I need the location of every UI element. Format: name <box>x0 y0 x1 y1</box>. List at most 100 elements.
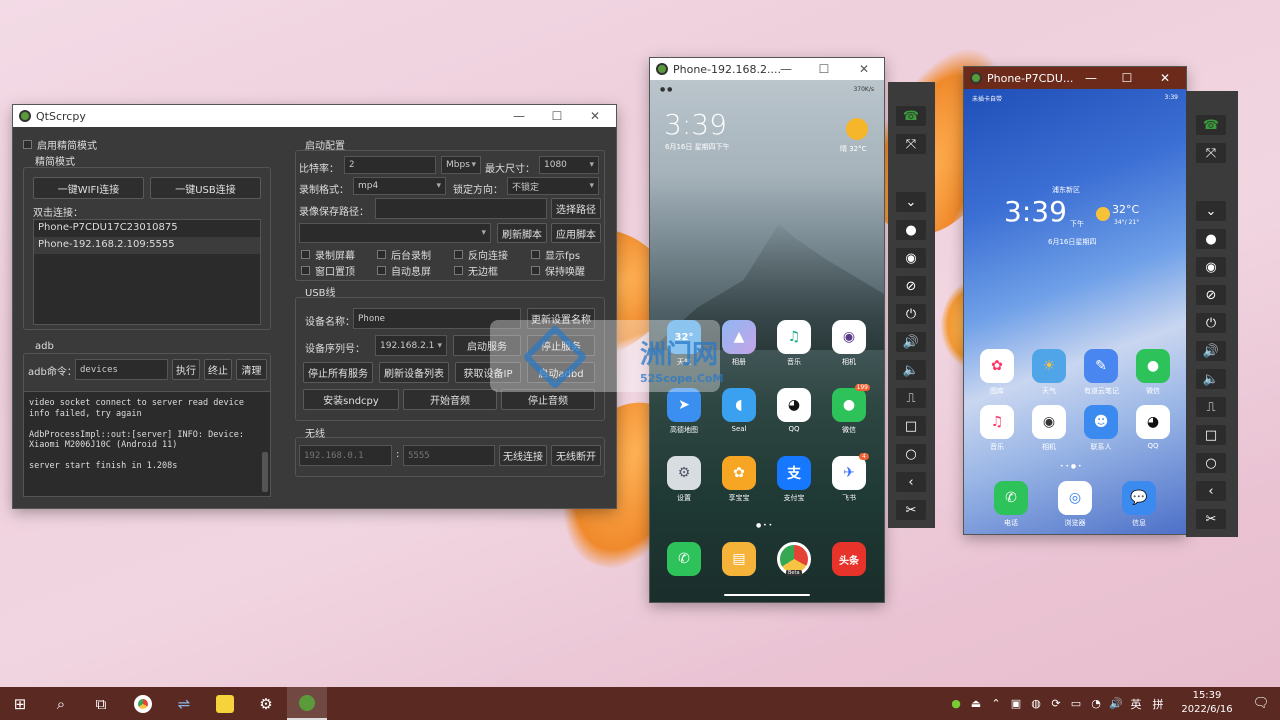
dock-notes[interactable]: ▤ <box>722 542 756 576</box>
app-switch-button[interactable]: ⎍ <box>896 388 926 408</box>
select-path-button[interactable]: 选择路径 <box>551 198 601 219</box>
app-qq[interactable]: ◕ QQ <box>777 388 811 433</box>
wifi-connect-button[interactable]: 一键WIFI连接 <box>33 177 144 199</box>
app-settings[interactable]: ⚙ 设置 <box>667 456 701 503</box>
reverse-connect-checkbox[interactable]: 反向连接 <box>454 247 508 262</box>
refresh-devices-button[interactable]: 刷新设备列表 <box>379 362 449 383</box>
app-contacts[interactable]: ☻ 联系人 <box>1084 405 1118 452</box>
qtscrcpy-taskbar-icon[interactable] <box>287 687 327 720</box>
adb-cmd-input[interactable]: devices <box>75 359 168 380</box>
back-button[interactable]: ‹ <box>896 472 926 492</box>
tray-volume-icon[interactable]: 🔊 <box>1106 687 1126 720</box>
touch-indicator-button[interactable]: ● <box>896 220 926 240</box>
app-wechat[interactable]: ● 199 微信 <box>832 384 870 435</box>
app-switch-button[interactable]: ⎍ <box>1196 397 1226 417</box>
close-button[interactable]: ✕ <box>577 105 613 127</box>
frameless-checkbox[interactable]: 无边框 <box>454 263 498 278</box>
home-button[interactable]: ○ <box>1196 453 1226 473</box>
app-xiangbaobao[interactable]: ✿ 享宝宝 <box>722 456 756 503</box>
phone2-minimize-button[interactable]: — <box>1074 67 1108 89</box>
phone1-maximize-button[interactable]: ☐ <box>806 58 842 80</box>
show-touches-button[interactable]: ◉ <box>1196 257 1226 277</box>
wireless-disconnect-button[interactable]: 无线断开 <box>551 445 601 466</box>
script-select[interactable] <box>299 223 491 243</box>
stay-awake-checkbox[interactable]: 保持唤醒 <box>531 263 585 278</box>
lock-orientation-select[interactable]: 不锁定 <box>507 177 599 195</box>
dock-phone[interactable]: ✆ <box>667 542 701 576</box>
app-huawei-camera[interactable]: ◉ 相机 <box>1032 405 1066 452</box>
app-huawei-qq[interactable]: ◕ QQ <box>1136 405 1170 450</box>
chrome-taskbar-icon[interactable] <box>123 687 163 720</box>
apply-script-button[interactable]: 应用脚本 <box>551 223 601 243</box>
fullscreen-button[interactable]: ⤧ <box>896 134 926 154</box>
phone2-maximize-button[interactable]: ☐ <box>1110 67 1144 89</box>
auto-screen-off-checkbox[interactable]: 自动息屏 <box>377 263 431 278</box>
app-youdao-note[interactable]: ✎ 有道云笔记 <box>1084 349 1119 396</box>
home-button[interactable]: ○ <box>896 444 926 464</box>
tray-qtscrcpy-icon[interactable]: ● <box>946 687 966 720</box>
minimize-button[interactable]: — <box>501 105 537 127</box>
dock-browser[interactable]: ◎ 浏览器 <box>1058 481 1092 528</box>
dock-chrome-beta[interactable]: Beta <box>777 542 811 576</box>
dock-messages[interactable]: 💬 信息 <box>1122 481 1156 528</box>
terminate-button[interactable]: 终止 <box>204 359 232 380</box>
show-fps-checkbox[interactable]: 显示fps <box>531 247 580 262</box>
background-record-checkbox[interactable]: 后台录制 <box>377 247 431 262</box>
record-path-input[interactable] <box>375 198 547 219</box>
touch-indicator-button[interactable]: ● <box>1196 229 1226 249</box>
simple-mode-checkbox[interactable]: 启用精简模式 <box>23 137 97 152</box>
screenshot-button[interactable]: ✂ <box>1196 509 1226 529</box>
screenshot-button[interactable]: ✂ <box>896 500 926 520</box>
stop-all-services-button[interactable]: 停止所有服务 <box>303 362 373 383</box>
device-serial-select[interactable]: 192.168.2.1 <box>375 335 447 356</box>
notes-taskbar-icon[interactable] <box>205 687 245 720</box>
phone1-close-button[interactable]: ✕ <box>846 58 882 80</box>
phone1-minimize-button[interactable]: — <box>768 58 804 80</box>
execute-button[interactable]: 执行 <box>172 359 200 380</box>
app-seal[interactable]: ◖ Seal <box>722 388 756 433</box>
ime-pinyin[interactable]: 拼 <box>1148 687 1168 720</box>
volume-down-button[interactable]: 🔈 <box>1196 369 1226 389</box>
ip-input[interactable]: 192.168.0.1 <box>299 445 392 466</box>
bitrate-input[interactable]: 2 <box>344 156 436 174</box>
hide-touches-button[interactable]: ⊘ <box>896 276 926 296</box>
start-button[interactable]: ⊞ <box>0 687 40 720</box>
search-icon[interactable]: ⌕ <box>41 687 81 720</box>
tray-network-icon[interactable]: ◔ <box>1086 687 1106 720</box>
power-button[interactable]: ⏻ <box>896 304 926 324</box>
menu-button[interactable]: □ <box>1196 425 1226 445</box>
volume-up-button[interactable]: 🔊 <box>896 332 926 352</box>
app-camera[interactable]: ◉ 相机 <box>832 320 866 367</box>
ime-mode[interactable]: 英 <box>1126 687 1146 720</box>
tray-wechat-icon[interactable]: ◍ <box>1026 687 1046 720</box>
phone2-close-button[interactable]: ✕ <box>1148 67 1182 89</box>
dock-huawei-phone[interactable]: ✆ 电话 <box>994 481 1028 528</box>
python-taskbar-icon[interactable]: ⇌ <box>164 687 204 720</box>
app-huawei-weather[interactable]: ☀ 天气 <box>1032 349 1066 396</box>
bitrate-unit-select[interactable]: Mbps <box>441 156 481 174</box>
record-screen-checkbox[interactable]: 录制屏幕 <box>301 247 355 262</box>
tray-usb-icon[interactable]: ⏏ <box>966 687 986 720</box>
device-item[interactable]: Phone-P7CDU17C23010875 <box>34 220 260 237</box>
app-alipay[interactable]: 支支付宝 <box>777 456 811 503</box>
clock[interactable]: 15:39 2022/6/16 <box>1172 689 1242 717</box>
hide-touches-button[interactable]: ⊘ <box>1196 285 1226 305</box>
tray-app-icon[interactable]: ▣ <box>1006 687 1026 720</box>
max-size-select[interactable]: 1080 <box>539 156 599 174</box>
tray-sync-icon[interactable]: ⟳ <box>1046 687 1066 720</box>
install-sndcpy-button[interactable]: 安装sndcpy <box>303 389 399 410</box>
maximize-button[interactable]: ☐ <box>539 105 575 127</box>
show-touches-button[interactable]: ◉ <box>896 248 926 268</box>
port-input[interactable]: 5555 <box>403 445 495 466</box>
dock-toutiao[interactable]: 头条 <box>832 542 866 576</box>
clear-button[interactable]: 清理 <box>236 359 267 380</box>
log-output[interactable]: video socket connect to server read devi… <box>23 391 271 497</box>
volume-up-button[interactable]: 🔊 <box>1196 341 1226 361</box>
phone2-screen[interactable]: 未插卡自带 3:39 浦东新区 3:39 下午 32°C 34°/ 21° 6月… <box>964 89 1186 534</box>
app-huawei-gallery[interactable]: ✿ 图库 <box>980 349 1014 396</box>
app-feishu[interactable]: ✈ 4 飞书 <box>832 453 869 503</box>
menu-button[interactable]: □ <box>896 416 926 436</box>
task-view-icon[interactable]: ⧉ <box>81 687 121 720</box>
fullscreen-button[interactable]: ⤧ <box>1196 143 1226 163</box>
app-amap[interactable]: ➤ 高德地图 <box>667 388 701 435</box>
